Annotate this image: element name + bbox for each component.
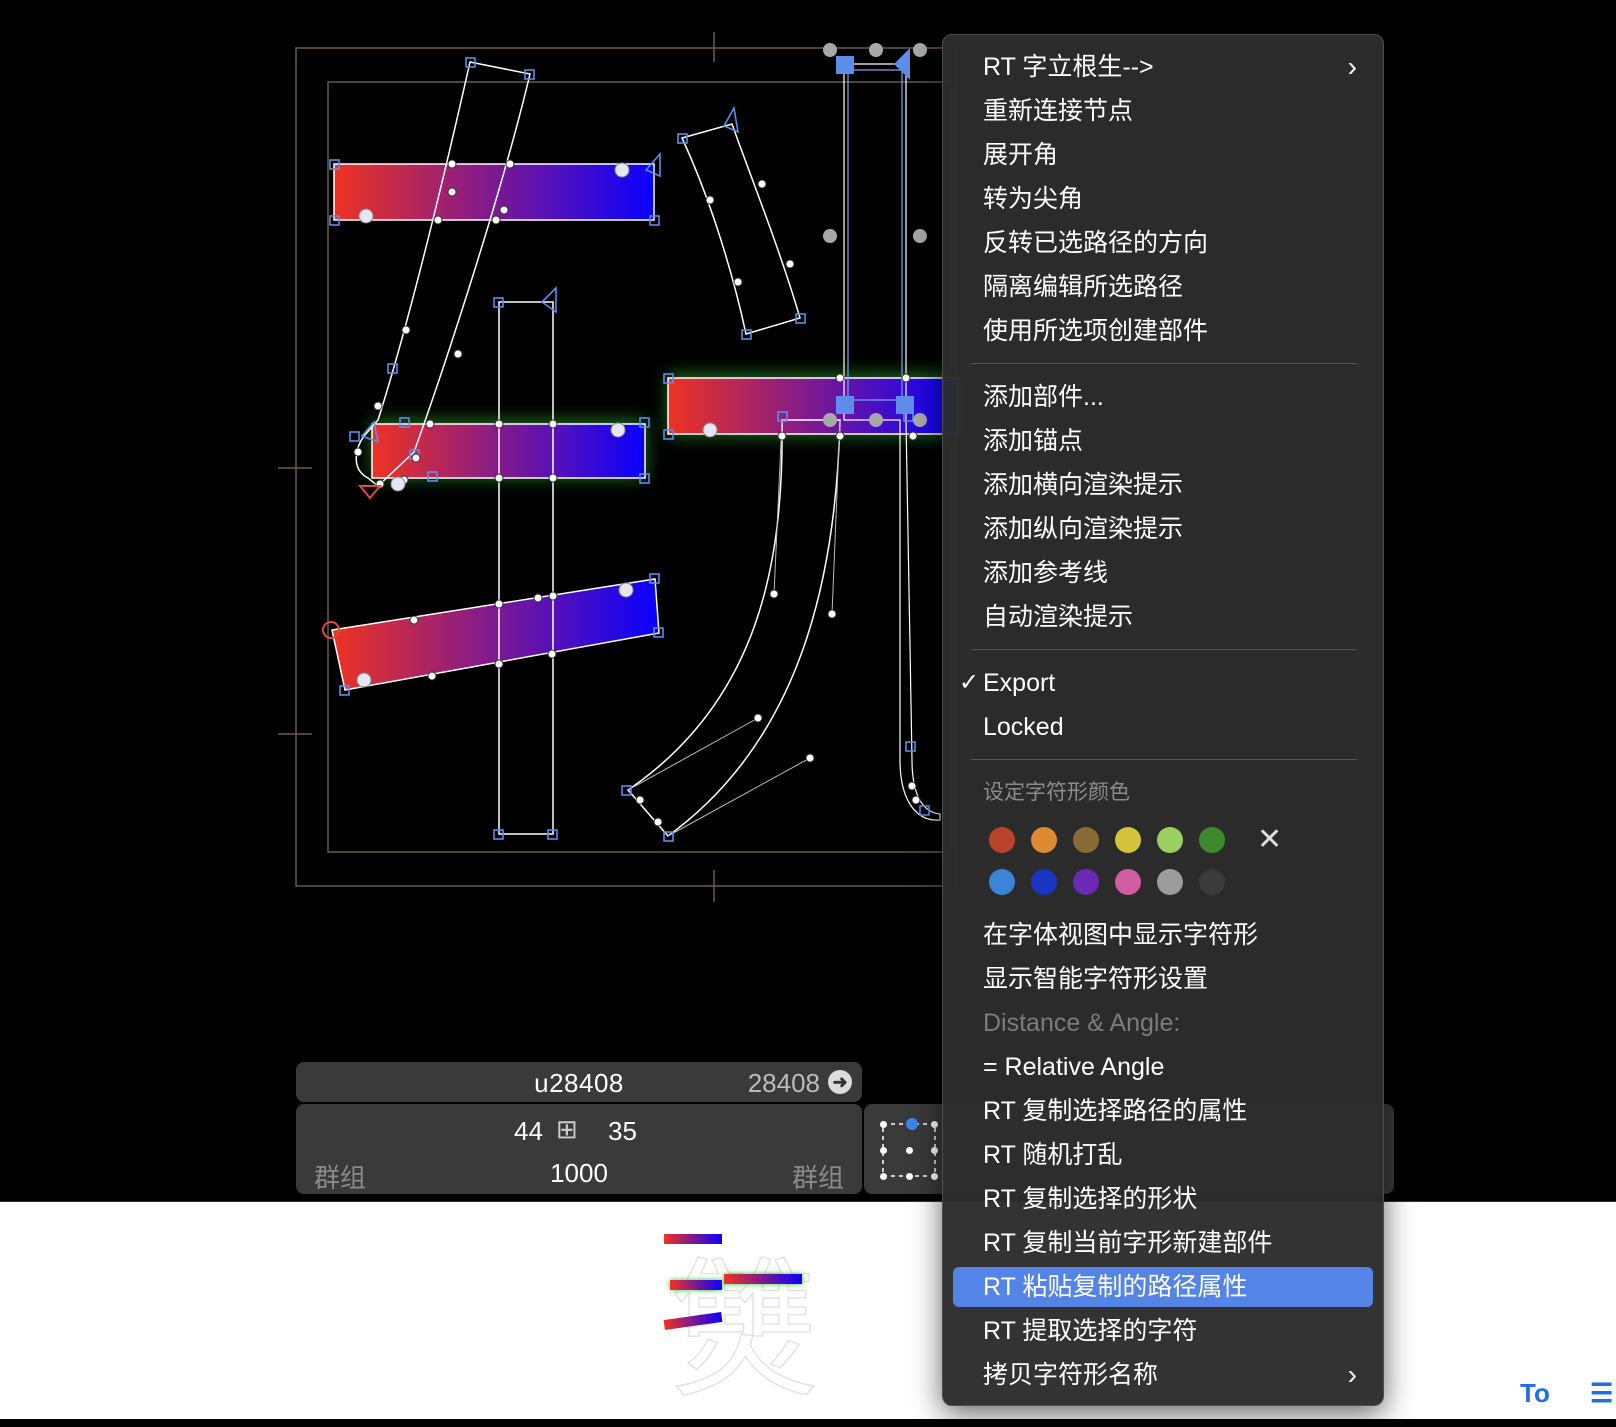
advance-width-field[interactable]: 1000 <box>296 1158 862 1189</box>
preview-stroke <box>724 1274 802 1284</box>
menu-item-create-component[interactable]: 使用所选项创建部件 <box>953 311 1373 351</box>
color-swatch[interactable] <box>1157 869 1183 895</box>
outline-right-stem[interactable] <box>843 63 941 821</box>
preview-stroke <box>664 1234 722 1244</box>
right-sidebearing-field[interactable]: 35 <box>608 1116 637 1147</box>
menu-item-export[interactable]: ✓ Export <box>953 663 1373 703</box>
left-sidebearing-field[interactable]: 44 <box>514 1116 543 1147</box>
menu-item-add-component[interactable]: 添加部件... <box>953 377 1373 417</box>
menu-item-isolate-edit[interactable]: 隔离编辑所选路径 <box>953 267 1373 307</box>
menu-item-autohint[interactable]: 自动渲染提示 <box>953 597 1373 637</box>
context-menu: RT 字立根生--> › 重新连接节点 展开角 转为尖角 反转已选路径的方向 隔离… <box>942 34 1384 1406</box>
menu-item-make-corner[interactable]: 转为尖角 <box>953 179 1373 219</box>
menu-item-reverse-direction[interactable]: 反转已选路径的方向 <box>953 223 1373 263</box>
chevron-right-icon: › <box>1347 51 1357 82</box>
unicode-field[interactable]: 28408 <box>748 1068 820 1099</box>
menu-item-copy-glyph-name[interactable]: 拷贝字符形名称 › <box>953 1355 1373 1395</box>
color-swatch[interactable] <box>1157 827 1183 853</box>
menu-item-rt-new-component[interactable]: RT 复制当前字形新建部件 <box>953 1223 1373 1263</box>
menu-item-smart-glyph-settings[interactable]: 显示智能字符形设置 <box>953 959 1373 999</box>
menu-item-rt-copy-path-attributes[interactable]: RT 复制选择路径的属性 <box>953 1091 1373 1131</box>
menu-item-rt-paste-path-attributes[interactable]: RT 粘贴复制的路径属性 <box>953 1267 1373 1307</box>
arrow-right-circle-icon[interactable]: ➜ <box>828 1070 852 1094</box>
stroke-middle-bar[interactable] <box>371 423 646 479</box>
color-swatch[interactable] <box>1199 827 1225 853</box>
transform-origin-selector[interactable] <box>880 1118 938 1180</box>
right-metrics-key[interactable]: 群组 <box>792 1158 844 1195</box>
menu-item-show-in-font-view[interactable]: 在字体视图中显示字符形 <box>953 915 1373 955</box>
metrics-panel: 44 ⊞ 35 群组 1000 群组 <box>296 1104 862 1194</box>
color-swatch[interactable] <box>1031 869 1057 895</box>
menu-item-add-horizontal-hint[interactable]: 添加横向渲染提示 <box>953 465 1373 505</box>
stroke-bottom-bar[interactable] <box>331 578 660 691</box>
stroke-top-bar[interactable] <box>333 163 655 221</box>
menu-separator <box>971 363 1357 364</box>
menu-item-rt-shuffle[interactable]: RT 随机打乱 <box>953 1135 1373 1175</box>
color-swatch[interactable] <box>1073 869 1099 895</box>
menu-item-rt-extract-glyph[interactable]: RT 提取选择的字符 <box>953 1311 1373 1351</box>
menu-item-reconnect-nodes[interactable]: 重新连接节点 <box>953 91 1373 131</box>
menu-item-add-anchor[interactable]: 添加锚点 <box>953 421 1373 461</box>
menu-item-rt-root[interactable]: RT 字立根生--> › <box>953 47 1373 87</box>
color-swatch[interactable] <box>1031 827 1057 853</box>
menu-separator <box>971 649 1357 650</box>
chevron-right-icon: › <box>1347 1359 1357 1390</box>
outline-vertical-stem[interactable] <box>498 301 554 835</box>
metrics-width-icon: ⊞ <box>556 1114 578 1144</box>
color-swatch[interactable] <box>1115 827 1141 853</box>
color-swatch[interactable] <box>989 827 1015 853</box>
menu-item-locked[interactable]: Locked <box>953 707 1373 747</box>
menu-separator <box>971 759 1357 760</box>
text-tool-icon[interactable]: To <box>1520 1378 1550 1409</box>
glyph-name-bar: u28408 28408 ➜ <box>296 1062 862 1102</box>
outline-dot-stroke[interactable] <box>680 123 801 335</box>
color-swatch[interactable] <box>1073 827 1099 853</box>
menu-item-add-vertical-hint[interactable]: 添加纵向渲染提示 <box>953 509 1373 549</box>
preview-stroke <box>670 1280 722 1290</box>
menu-item-open-corner[interactable]: 展开角 <box>953 135 1373 175</box>
menu-item-distance-angle-header: Distance & Angle: <box>983 1009 1181 1037</box>
clear-color-icon[interactable]: ✕ <box>1257 825 1282 855</box>
menu-item-rt-copy-shape[interactable]: RT 复制选择的形状 <box>953 1179 1373 1219</box>
color-section-header: 设定字符形颜色 <box>983 781 1130 804</box>
menu-item-add-guide[interactable]: 添加参考线 <box>953 553 1373 593</box>
align-left-icon[interactable]: ☰ <box>1590 1378 1613 1409</box>
checkmark-icon: ✓ <box>959 669 980 696</box>
color-swatch[interactable] <box>989 869 1015 895</box>
menu-item-relative-angle[interactable]: = Relative Angle <box>953 1047 1373 1087</box>
color-swatch[interactable] <box>1115 869 1141 895</box>
color-swatch[interactable] <box>1199 869 1225 895</box>
